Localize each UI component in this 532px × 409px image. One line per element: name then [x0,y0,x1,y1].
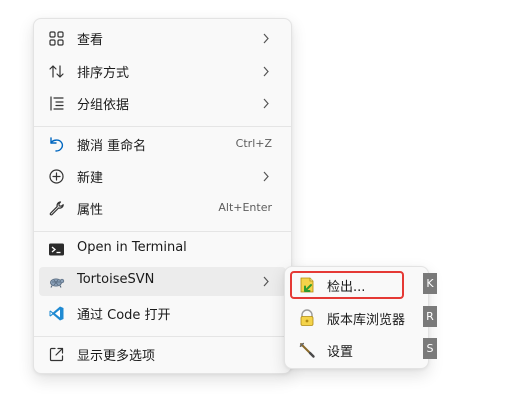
menu-separator [34,336,291,337]
submenu-item-checkout[interactable]: 检出... [290,271,404,299]
chevron-right-icon [262,32,270,45]
chevron-right-icon [262,275,270,288]
menu-item-tortoisesvn[interactable]: TortoiseSVN [39,267,286,296]
submenu-item-label: 版本库浏览器 [327,313,406,328]
menu-separator [34,231,291,232]
access-key-badge-s: S [423,338,437,359]
svn-checkout-icon [298,276,316,294]
tortoisesvn-submenu: 检出... 版本库浏览器 设置 [284,266,429,369]
menu-item-open-with-code[interactable]: 通过 Code 打开 [39,299,286,328]
menu-item-label: Open in Terminal [77,240,187,255]
menu-item-group-by[interactable]: 分组依据 [39,89,286,118]
submenu-item-settings[interactable]: 设置 [290,336,423,364]
more-options-icon [48,346,65,363]
undo-icon [48,136,65,153]
menu-item-label: 撤消 重命名 [77,139,147,154]
terminal-icon [48,241,65,258]
submenu-item-label: 检出... [327,280,366,295]
list-group-icon [48,95,65,112]
menu-item-label: 查看 [77,33,104,48]
vscode-icon [48,305,65,322]
menu-item-label: 显示更多选项 [77,349,156,364]
shortcut-text: Alt+Enter [218,201,272,214]
menu-item-undo-rename[interactable]: 撤消 重命名 Ctrl+Z [39,130,286,159]
menu-item-label: 属性 [77,203,104,218]
menu-item-label: 新建 [77,171,104,186]
new-circle-plus-icon [48,168,65,185]
chevron-right-icon [262,65,270,78]
svn-settings-icon [298,341,316,359]
wrench-icon [48,200,65,217]
menu-item-label: TortoiseSVN [77,272,155,287]
menu-item-label: 分组依据 [77,98,130,113]
submenu-item-label: 设置 [327,345,354,360]
menu-item-properties[interactable]: 属性 Alt+Enter [39,194,286,223]
tortoisesvn-icon [48,273,65,290]
shortcut-text: Ctrl+Z [235,137,272,150]
access-key-badge-k: K [423,273,437,294]
submenu-item-repo-browser[interactable]: 版本库浏览器 [290,304,423,332]
sort-arrows-icon [48,63,65,80]
menu-item-new[interactable]: 新建 [39,162,286,191]
menu-item-label: 通过 Code 打开 [77,308,171,323]
menu-item-sort-by[interactable]: 排序方式 [39,57,286,86]
context-menu: 查看 排序方式 分组依据 撤消 重命名 Ctrl+Z 新建 属性 Alt+Ent… [33,18,292,374]
menu-item-show-more-options[interactable]: 显示更多选项 [39,340,286,369]
chevron-right-icon [262,97,270,110]
chevron-right-icon [262,170,270,183]
grid-icon [48,30,65,47]
menu-item-open-in-terminal[interactable]: Open in Terminal [39,235,286,264]
desktop-background: 查看 排序方式 分组依据 撤消 重命名 Ctrl+Z 新建 属性 Alt+Ent… [0,0,532,409]
access-key-badge-r: R [423,306,437,327]
menu-item-view[interactable]: 查看 [39,24,286,53]
menu-item-label: 排序方式 [77,66,130,81]
menu-separator [34,126,291,127]
repo-browser-icon [298,309,316,327]
